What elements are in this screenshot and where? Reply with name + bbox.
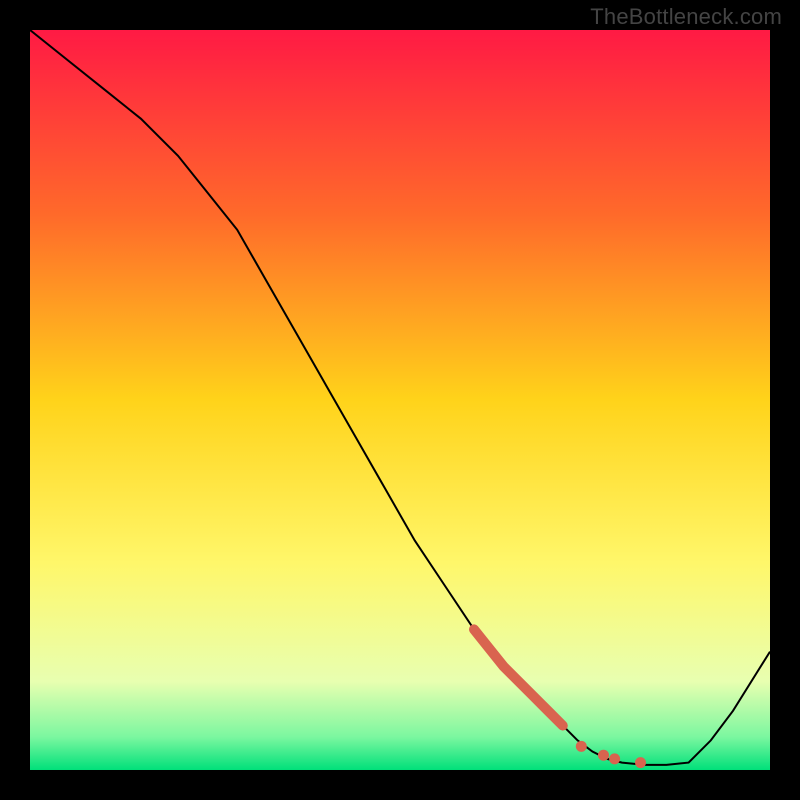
- highlight-dot: [609, 753, 620, 764]
- chart-svg: [30, 30, 770, 770]
- chart-frame: TheBottleneck.com: [0, 0, 800, 800]
- highlight-dot: [576, 741, 587, 752]
- plot-area: [30, 30, 770, 770]
- highlight-dot: [598, 750, 609, 761]
- highlight-dot: [635, 757, 646, 768]
- gradient-background: [30, 30, 770, 770]
- watermark-text: TheBottleneck.com: [590, 4, 782, 30]
